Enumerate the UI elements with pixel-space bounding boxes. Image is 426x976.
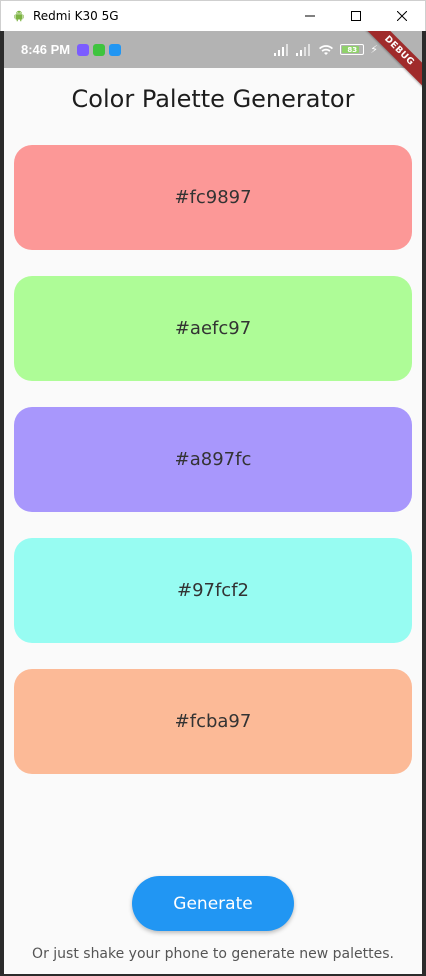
- page-title: Color Palette Generator: [71, 85, 355, 113]
- window-title: Redmi K30 5G: [33, 9, 119, 23]
- close-icon[interactable]: [379, 1, 425, 31]
- minimize-icon[interactable]: [287, 1, 333, 31]
- window-controls: [287, 1, 425, 31]
- color-swatch-5[interactable]: #fcba97: [14, 669, 412, 774]
- charging-icon: ⚡: [370, 44, 378, 56]
- maximize-icon[interactable]: [333, 1, 379, 31]
- battery-icon: 83: [340, 44, 365, 55]
- upload-icon: [109, 43, 122, 56]
- shake-hint-text: Or just shake your phone to generate new…: [32, 946, 394, 962]
- swatch-hex-label: #fc9897: [174, 187, 252, 208]
- color-swatch-3[interactable]: #a897fc: [14, 407, 412, 512]
- swatch-hex-label: #a897fc: [174, 449, 252, 470]
- status-bar: 8:46 PM 83 ⚡: [4, 31, 422, 68]
- notification-icons: [77, 43, 122, 56]
- battery-level: 83: [347, 45, 358, 54]
- status-time: 8:46 PM: [21, 42, 71, 57]
- swatch-hex-label: #fcba97: [174, 711, 252, 732]
- phone-screen: 8:46 PM 83 ⚡ DEBUG Color Palette Generat…: [0, 31, 426, 976]
- generate-button[interactable]: Generate: [132, 876, 294, 931]
- swatch-hex-label: #aefc97: [174, 318, 252, 339]
- color-swatch-1[interactable]: #fc9897: [14, 145, 412, 250]
- wifi-icon: [319, 44, 334, 55]
- signal-icon: [274, 43, 289, 56]
- color-swatch-2[interactable]: #aefc97: [14, 276, 412, 381]
- color-swatch-4[interactable]: #97fcf2: [14, 538, 412, 643]
- system-icons: 83 ⚡: [274, 43, 378, 56]
- android-icon: [11, 8, 27, 24]
- messenger-icon: [77, 43, 90, 56]
- window-titlebar: Redmi K30 5G: [0, 0, 426, 31]
- app-notification-icon: [93, 43, 106, 56]
- signal-icon-2: [296, 43, 311, 56]
- swatch-hex-label: #97fcf2: [176, 580, 249, 601]
